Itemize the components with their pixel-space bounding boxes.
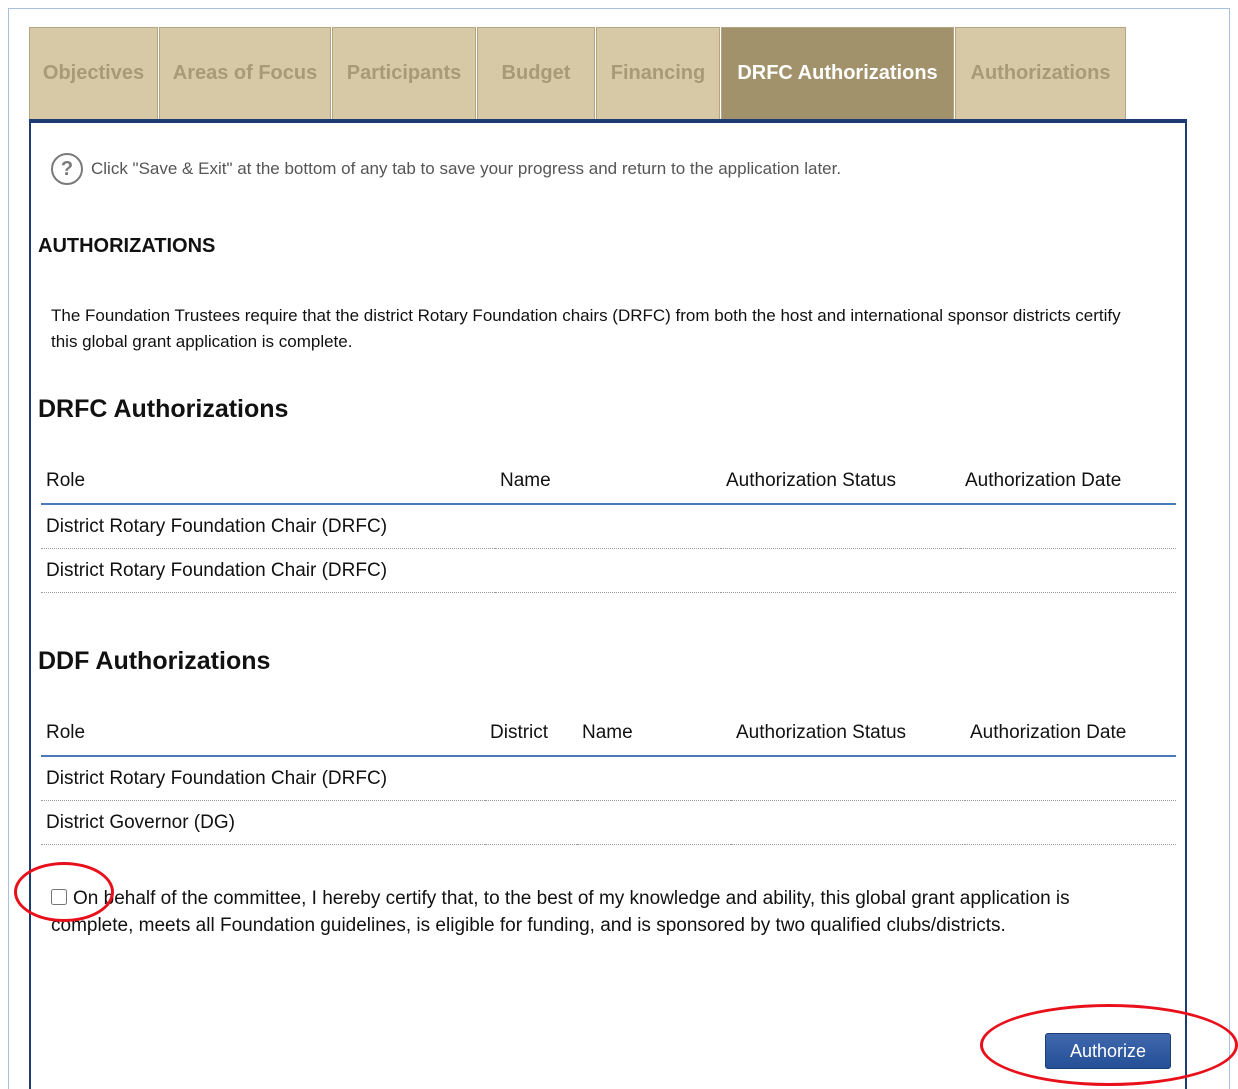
status-cell [721, 548, 960, 593]
column-header-date: Authorization Date [960, 459, 1176, 505]
column-header-status: Authorization Status [731, 711, 965, 757]
ddf-heading: DDF Authorizations [38, 647, 271, 675]
column-header-role: Role [41, 711, 485, 757]
column-header-role: Role [41, 459, 495, 505]
table-row: District Rotary Foundation Chair (DRFC) [41, 756, 1176, 801]
column-header-date: Authorization Date [965, 711, 1176, 757]
date-cell [960, 504, 1176, 549]
content-panel: ? Click "Save & Exit" at the bottom of a… [29, 119, 1187, 1089]
date-cell [960, 548, 1176, 593]
help-text: Click "Save & Exit" at the bottom of any… [91, 159, 842, 178]
role-cell: District Rotary Foundation Chair (DRFC) [41, 504, 495, 549]
tab-objectives[interactable]: Objectives [29, 27, 158, 119]
certify-checkbox[interactable] [51, 889, 67, 905]
status-cell [731, 756, 965, 801]
ddf-header-row: Role District Name Authorization Status … [41, 711, 1176, 757]
help-row: ? Click "Save & Exit" at the bottom of a… [51, 153, 841, 185]
certification: On behalf of the committee, I hereby cer… [51, 885, 1131, 939]
intro-text: The Foundation Trustees require that the… [51, 306, 1121, 351]
drfc-heading: DRFC Authorizations [38, 395, 289, 423]
tab-bar: Objectives Areas of Focus Participants B… [29, 27, 1127, 119]
certification-text: On behalf of the committee, I hereby cer… [51, 888, 1070, 936]
status-cell [731, 800, 965, 845]
name-cell [495, 504, 721, 549]
date-cell [965, 800, 1176, 845]
role-cell: District Rotary Foundation Chair (DRFC) [41, 756, 485, 801]
district-cell [485, 800, 577, 845]
tab-budget[interactable]: Budget [477, 27, 595, 119]
question-circle-icon: ? [51, 153, 83, 185]
column-header-status: Authorization Status [721, 459, 960, 505]
tab-financing[interactable]: Financing [596, 27, 720, 119]
table-row: District Rotary Foundation Chair (DRFC) [41, 504, 1176, 549]
role-cell: District Rotary Foundation Chair (DRFC) [41, 548, 495, 593]
authorize-button[interactable]: Authorize [1045, 1033, 1171, 1069]
ddf-table: Role District Name Authorization Status … [41, 711, 1176, 845]
district-cell [485, 756, 577, 801]
status-cell [721, 504, 960, 549]
column-header-name: Name [577, 711, 731, 757]
tab-participants[interactable]: Participants [332, 27, 476, 119]
name-cell [577, 800, 731, 845]
table-row: District Governor (DG) [41, 800, 1176, 845]
date-cell [965, 756, 1176, 801]
tab-authorizations[interactable]: Authorizations [955, 27, 1126, 119]
name-cell [495, 548, 721, 593]
drfc-table: Role Name Authorization Status Authoriza… [41, 459, 1176, 593]
column-header-district: District [485, 711, 577, 757]
tab-areas-of-focus[interactable]: Areas of Focus [159, 27, 331, 119]
tab-drfc-authorizations[interactable]: DRFC Authorizations [721, 27, 954, 119]
column-header-name: Name [495, 459, 721, 505]
table-row: District Rotary Foundation Chair (DRFC) [41, 548, 1176, 593]
role-cell: District Governor (DG) [41, 800, 485, 845]
name-cell [577, 756, 731, 801]
drfc-header-row: Role Name Authorization Status Authoriza… [41, 459, 1176, 505]
page-title: AUTHORIZATIONS [38, 235, 216, 257]
